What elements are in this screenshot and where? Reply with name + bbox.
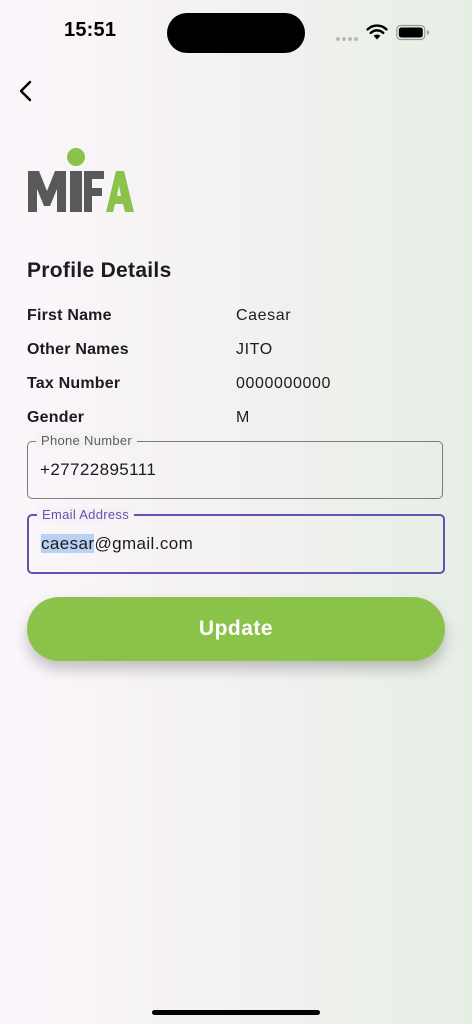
home-indicator[interactable] — [152, 1010, 320, 1015]
phone-number-input[interactable]: +27722895111 — [40, 460, 156, 480]
mifa-logo — [28, 148, 134, 212]
unselected-text: @gmail.com — [94, 534, 194, 553]
first-name-label: First Name — [27, 307, 112, 324]
battery-icon — [396, 24, 429, 41]
back-chevron-icon[interactable] — [14, 78, 40, 104]
profile-details-title: Profile Details — [27, 259, 172, 282]
update-button[interactable]: Update — [27, 597, 445, 661]
selected-text: caesar — [41, 534, 95, 553]
tax-number-value: 0000000000 — [236, 375, 331, 392]
phone-number-label: Phone Number — [36, 433, 138, 448]
email-address-input[interactable]: caesar@gmail.com — [41, 534, 193, 554]
other-names-value: JITO — [236, 341, 273, 358]
phone-number-field[interactable]: Phone Number +27722895111 — [27, 433, 443, 499]
cellular-signal-icon — [336, 36, 360, 42]
tax-number-label: Tax Number — [27, 375, 121, 392]
wifi-icon — [366, 24, 388, 40]
first-name-value: Caesar — [236, 307, 292, 324]
email-address-label: Email Address — [37, 507, 134, 522]
status-time: 15:51 — [64, 19, 117, 41]
gender-label: Gender — [27, 409, 85, 426]
dynamic-island — [167, 13, 305, 53]
other-names-label: Other Names — [27, 341, 129, 358]
email-address-field[interactable]: Email Address caesar@gmail.com — [27, 507, 445, 574]
gender-value: M — [236, 409, 250, 426]
